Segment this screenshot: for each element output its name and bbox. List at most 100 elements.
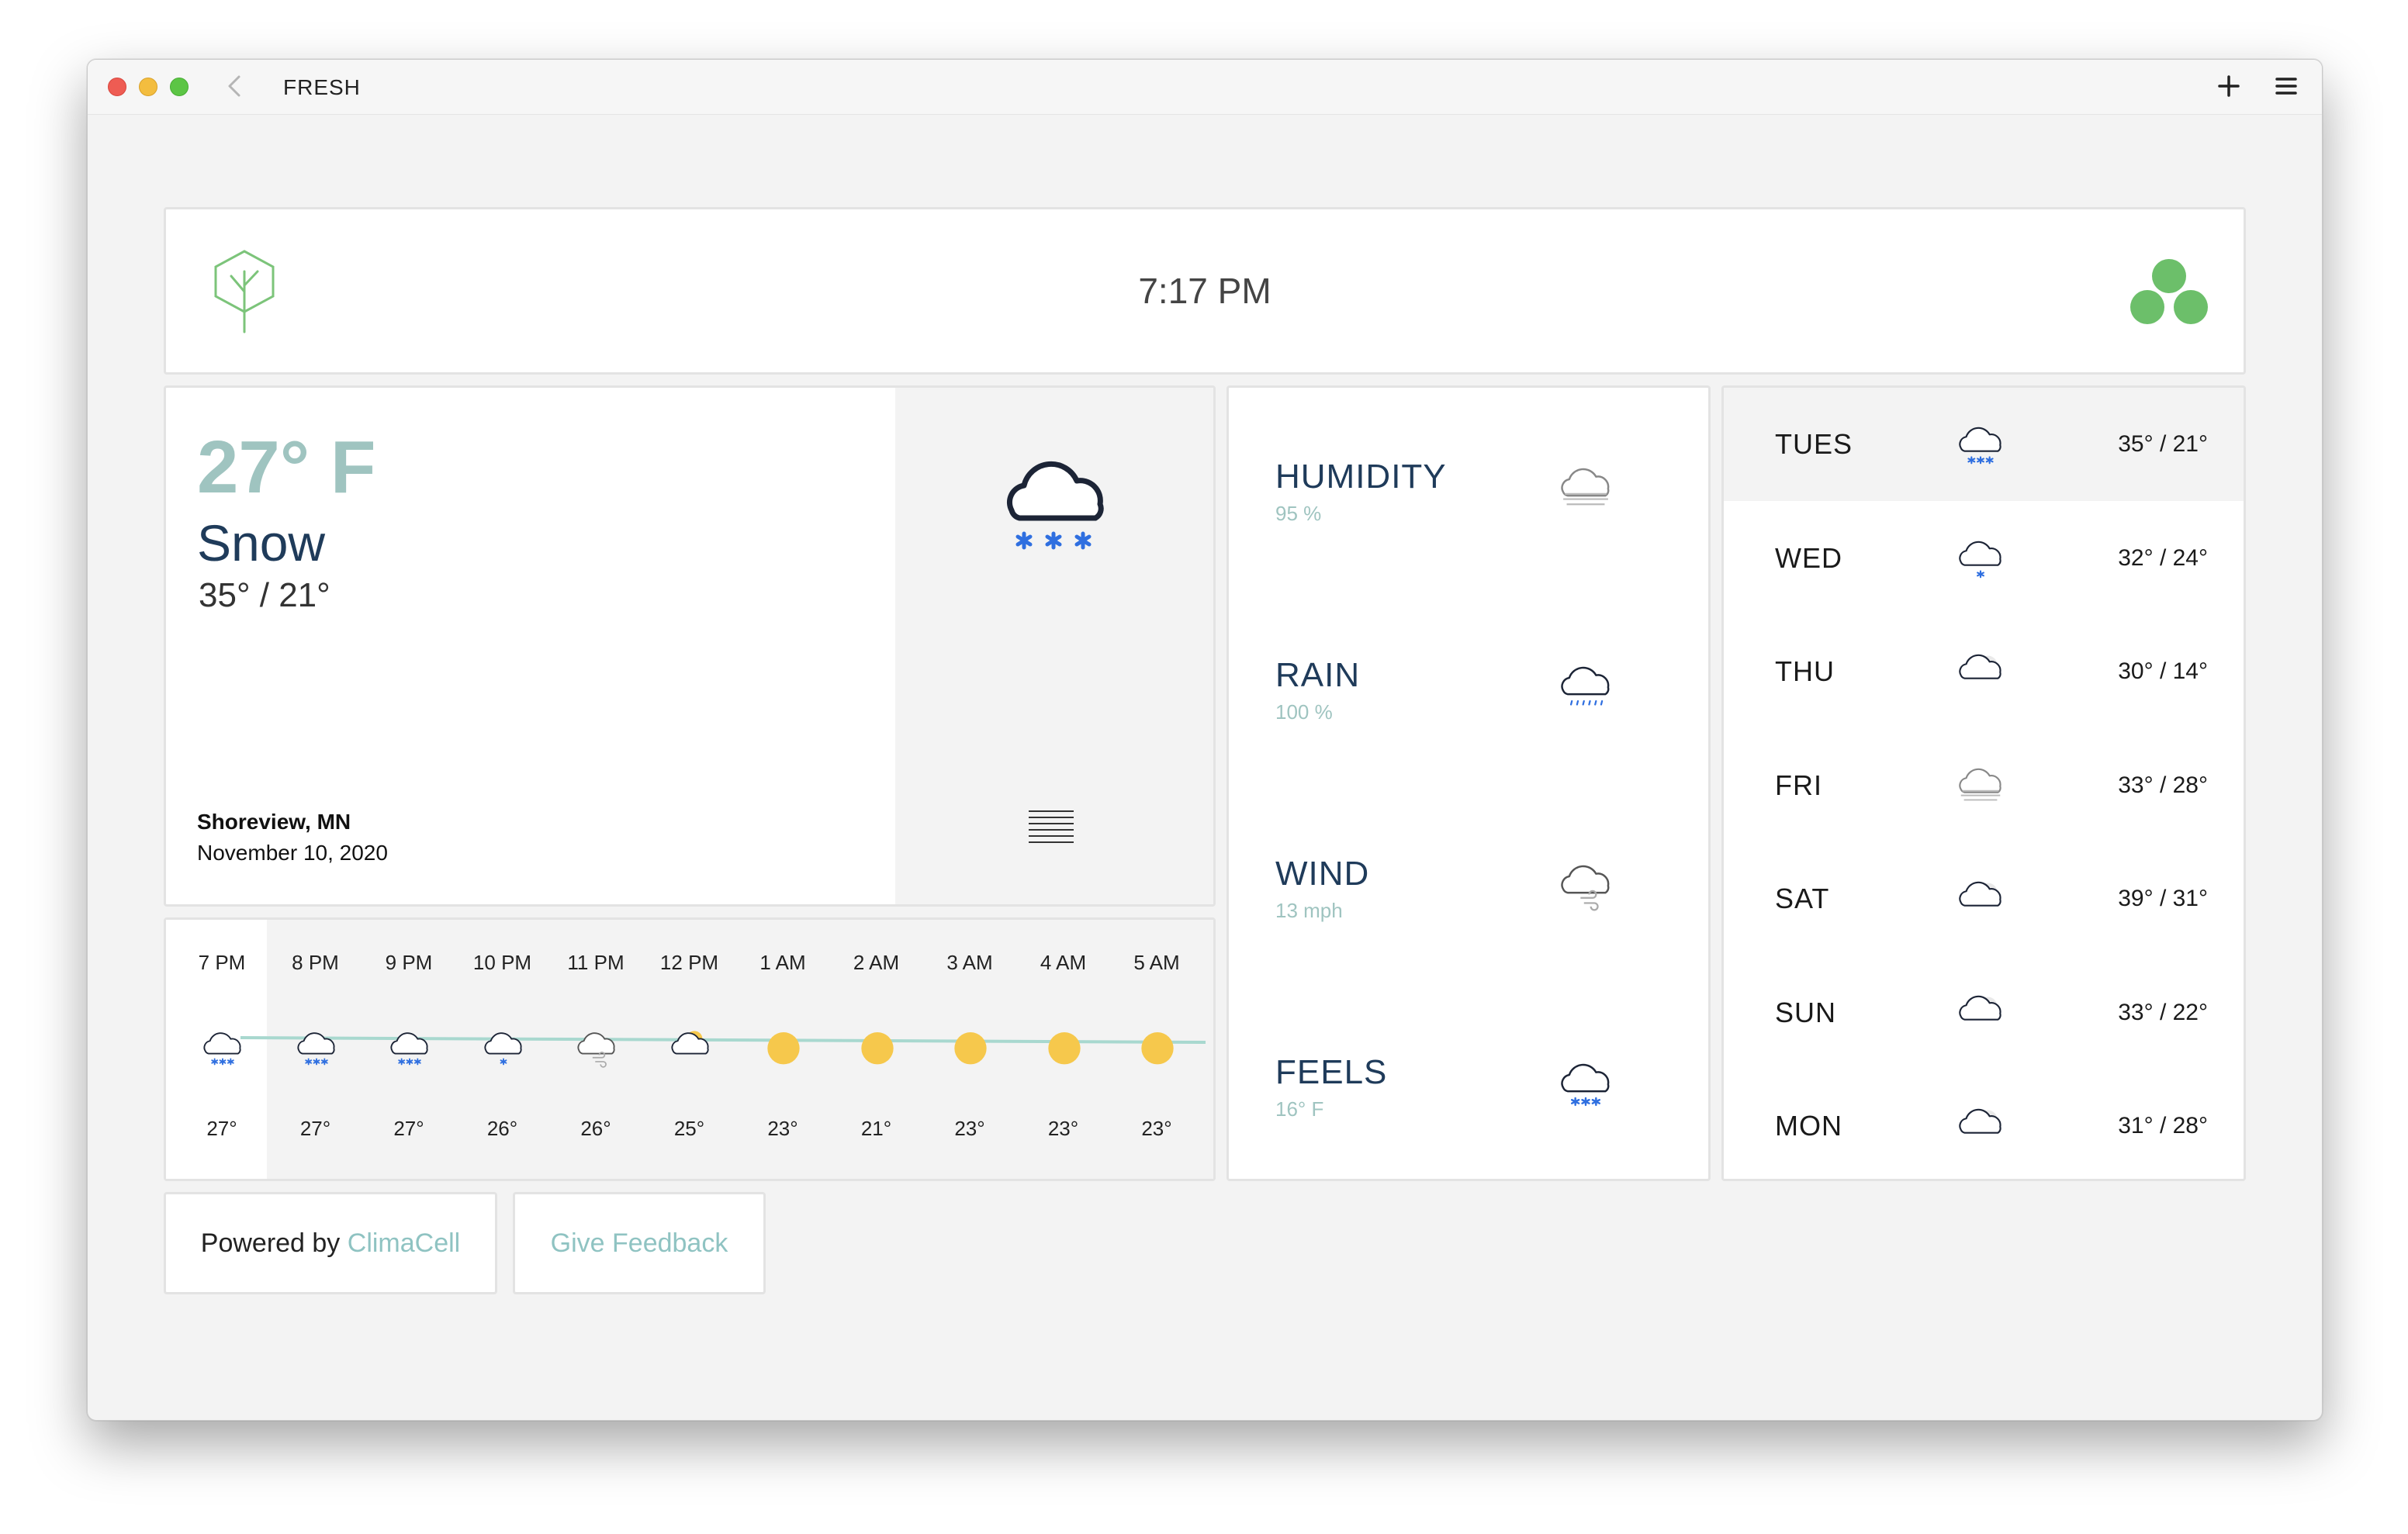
forecast-temps: 35° / 21° — [2118, 431, 2208, 457]
hour-label: 2 AM — [853, 951, 900, 974]
lines-icon[interactable] — [1024, 807, 1078, 850]
hour-column: 3 AM 23° — [923, 920, 1016, 1179]
hamburger-menu-icon[interactable] — [2271, 71, 2302, 102]
hour-column: 5 AM 23° — [1110, 920, 1203, 1179]
sun-icon — [860, 1032, 894, 1065]
hour-column: 8 PM 27° — [269, 920, 362, 1179]
detail-label: HUMIDITY — [1275, 458, 1447, 496]
forecast-row[interactable]: THU 30° / 14° — [1724, 615, 2244, 728]
forecast-icon-wrap — [1953, 873, 2008, 928]
detail-feels: FEELS 16° F — [1229, 1024, 1713, 1179]
hour-label: 8 PM — [292, 951, 339, 974]
hour-column: 10 PM 26° — [456, 920, 549, 1179]
hour-label: 5 AM — [1133, 951, 1180, 974]
wind-cloud-icon — [577, 1032, 615, 1068]
hour-icon-wrap — [573, 1025, 619, 1072]
detail-value: 95 % — [1275, 502, 1322, 525]
hour-column: 11 PM 26° — [549, 920, 642, 1179]
hour-icon-wrap — [853, 1025, 900, 1072]
app-window: FRESH 7:17 PM 27° F Snow 35° / 21° Shore… — [87, 59, 2323, 1421]
forecast-icon-wrap — [1953, 760, 2008, 814]
weekly-forecast-card: TUES 35° / 21° WED 32° / 24° THU 30° / 14° FRI… — [1721, 385, 2246, 1181]
hour-column: 12 PM 25° — [643, 920, 736, 1179]
forecast-row[interactable]: SAT 39° / 31° — [1724, 842, 2244, 955]
close-window-button[interactable] — [108, 78, 126, 96]
detail-label: FEELS — [1275, 1053, 1388, 1091]
detail-humidity: HUMIDITY 95 % — [1229, 428, 1713, 583]
sun-icon — [1141, 1032, 1174, 1065]
forecast-row[interactable]: MON 31° / 28° — [1724, 1069, 2244, 1183]
hour-label: 10 PM — [472, 951, 532, 974]
hour-temp: 26° — [486, 1117, 518, 1140]
snow-icon — [296, 1032, 335, 1066]
detail-rain: RAIN 100 % — [1229, 627, 1713, 782]
detail-icon-wrap — [1555, 459, 1617, 521]
hour-icon-wrap — [759, 1025, 806, 1072]
forecast-temps: 31° / 28° — [2118, 1113, 2208, 1138]
hour-icon-wrap — [479, 1025, 526, 1072]
partly-cloudy-icon — [670, 1031, 709, 1055]
hour-icon-wrap — [386, 1025, 432, 1072]
hour-icon-wrap — [1133, 1025, 1180, 1072]
hour-icon-wrap — [1040, 1025, 1087, 1072]
forecast-row[interactable]: TUES 35° / 21° — [1724, 388, 2244, 501]
hour-temp: 26° — [580, 1117, 611, 1140]
forecast-day: THU — [1775, 655, 1835, 687]
forecast-temps: 30° / 14° — [2118, 658, 2208, 684]
flurries-icon — [1959, 541, 2001, 578]
flurries-icon — [483, 1032, 522, 1066]
cloudy-icon — [1959, 654, 2001, 679]
hour-temp: 23° — [954, 1117, 985, 1140]
powered-by-text: Powered by ClimaCell — [166, 1194, 495, 1292]
fog-icon — [1959, 768, 2001, 800]
cloudy-icon — [1959, 1108, 2001, 1134]
hour-label: 12 PM — [659, 951, 719, 974]
current-time: 7:17 PM — [1138, 271, 1271, 311]
hour-column: 1 AM 23° — [736, 920, 829, 1179]
give-feedback-button[interactable]: Give Feedback — [513, 1192, 766, 1294]
powered-by-button[interactable]: Powered by ClimaCell — [164, 1192, 497, 1294]
chevron-left-icon[interactable] — [220, 71, 251, 102]
detail-value: 100 % — [1275, 700, 1333, 724]
sun-icon — [767, 1032, 800, 1065]
plus-icon[interactable] — [2213, 71, 2244, 102]
snow-cloud-icon — [1561, 1063, 1610, 1107]
current-date: November 10, 2020 — [197, 841, 388, 865]
forecast-icon-wrap — [1953, 533, 2008, 587]
forecast-day: WED — [1775, 541, 1842, 574]
fog-cloud-icon — [1561, 468, 1610, 506]
forecast-row[interactable]: SUN 33° / 22° — [1724, 956, 2244, 1069]
drizzle-cloud-icon — [1561, 666, 1610, 706]
three-dots-cluster-icon[interactable] — [2129, 256, 2209, 327]
hour-label: 7 PM — [198, 951, 246, 974]
climacell-link[interactable]: ClimaCell — [348, 1228, 460, 1258]
hour-label: 1 AM — [759, 951, 806, 974]
forecast-icon-wrap — [1953, 1100, 2008, 1155]
hour-temp: 23° — [1047, 1117, 1079, 1140]
detail-value: 13 mph — [1275, 899, 1343, 922]
give-feedback-label: Give Feedback — [550, 1228, 728, 1258]
hour-label: 11 PM — [567, 951, 624, 974]
forecast-day: MON — [1775, 1110, 1842, 1142]
hour-column: 9 PM 27° — [362, 920, 455, 1179]
hour-icon-wrap — [666, 1025, 713, 1072]
hour-temp: 27° — [206, 1117, 237, 1140]
detail-label: RAIN — [1275, 656, 1361, 694]
hour-icon-wrap — [946, 1025, 993, 1072]
hour-icon-wrap — [292, 1025, 339, 1072]
hour-icon-wrap — [199, 1025, 245, 1072]
hourly-forecast-card: 7 PM 27° 8 PM 27° 9 PM 27° 10 PM 26° 11 PM 26° 12 … — [164, 917, 1216, 1181]
detail-wind: WIND 13 mph — [1229, 825, 1713, 980]
forecast-day: TUES — [1775, 428, 1853, 460]
minimize-window-button[interactable] — [139, 78, 157, 96]
header-card: 7:17 PM — [164, 207, 2246, 375]
zoom-window-button[interactable] — [170, 78, 189, 96]
details-card: HUMIDITY 95 % RAIN 100 % WIND 13 mph FEELS 16° … — [1226, 385, 1711, 1181]
current-condition: Snow — [197, 514, 326, 572]
detail-label: WIND — [1275, 855, 1370, 893]
title-bar: FRESH — [88, 60, 2322, 115]
forecast-row[interactable]: WED 32° / 24° — [1724, 502, 2244, 615]
sun-icon — [1047, 1032, 1081, 1065]
forecast-row[interactable]: FRI 33° / 28° — [1724, 729, 2244, 842]
hour-temp: 27° — [393, 1117, 424, 1140]
